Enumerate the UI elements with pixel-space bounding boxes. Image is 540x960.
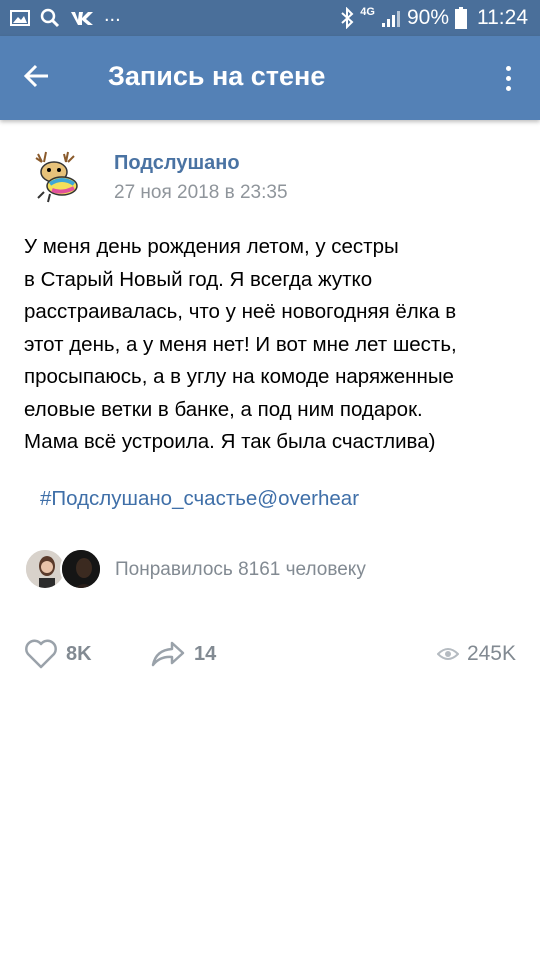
battery-percent: 90% xyxy=(406,6,449,29)
group-name-link[interactable]: Подслушано xyxy=(114,152,240,175)
like-button[interactable]: 8K xyxy=(24,634,92,674)
shares-count: 14 xyxy=(194,642,217,665)
post-text-line: в Старый Новый год. Я всегда жутко xyxy=(24,267,373,291)
eye-icon xyxy=(436,646,459,662)
status-bar: ... 4G 90% 11:24 xyxy=(0,0,540,36)
group-avatar[interactable] xyxy=(24,146,86,208)
image-icon xyxy=(10,9,30,27)
hashtag-link[interactable]: #Подслушано_счастье@overhear xyxy=(40,487,359,511)
post-text-line: расстраивалась, что у неё новогодняя ёлк… xyxy=(24,300,457,323)
post-text-line: этот день, а у меня нет! И вот мне лет ш… xyxy=(24,332,457,356)
status-bar-system: 4G 90% 11:24 xyxy=(340,0,528,36)
more-options-button[interactable] xyxy=(496,58,520,98)
share-arrow-icon xyxy=(150,640,186,668)
views-count: 245K xyxy=(466,642,516,665)
post-date: 27 ноя 2018 в 23:35 xyxy=(114,182,288,203)
post-text-line: У меня день рождения летом, у сестры xyxy=(24,235,399,258)
likes-count: 8K xyxy=(66,642,92,665)
network-type: 4G xyxy=(360,6,375,18)
liked-by-text[interactable]: Понравилось 8161 человеку xyxy=(115,559,366,581)
post-text-line: просыпаюсь, а в углу на комоде наряженны… xyxy=(24,365,454,388)
share-button[interactable]: 14 xyxy=(150,634,216,674)
post-text-line: Мама всё устроила. Я так была счастлива) xyxy=(24,430,436,453)
search-icon xyxy=(40,8,60,28)
status-bar-notifications: ... xyxy=(10,0,121,36)
more-notifications: ... xyxy=(104,4,121,26)
avatar xyxy=(60,548,102,590)
page-title: Запись на стене xyxy=(108,61,326,91)
post-actions: 8K 14 245K xyxy=(0,634,540,674)
clock: 11:24 xyxy=(477,6,528,29)
bluetooth-icon xyxy=(340,7,354,29)
signal-icon xyxy=(381,8,401,28)
vk-icon xyxy=(70,10,94,26)
battery-icon xyxy=(455,7,467,29)
heart-icon xyxy=(24,639,58,669)
views-counter: 245K xyxy=(436,634,516,674)
app-bar: Запись на стене xyxy=(0,36,540,120)
moose-logo-icon xyxy=(24,146,86,208)
likers-avatars[interactable] xyxy=(24,548,104,590)
post-text: У меня день рождения летом, у сестры в С… xyxy=(24,231,524,459)
back-button[interactable] xyxy=(16,58,56,98)
post-text-line: еловые ветки в банке, а под ним подарок. xyxy=(24,397,423,421)
arrow-left-icon xyxy=(23,64,49,93)
